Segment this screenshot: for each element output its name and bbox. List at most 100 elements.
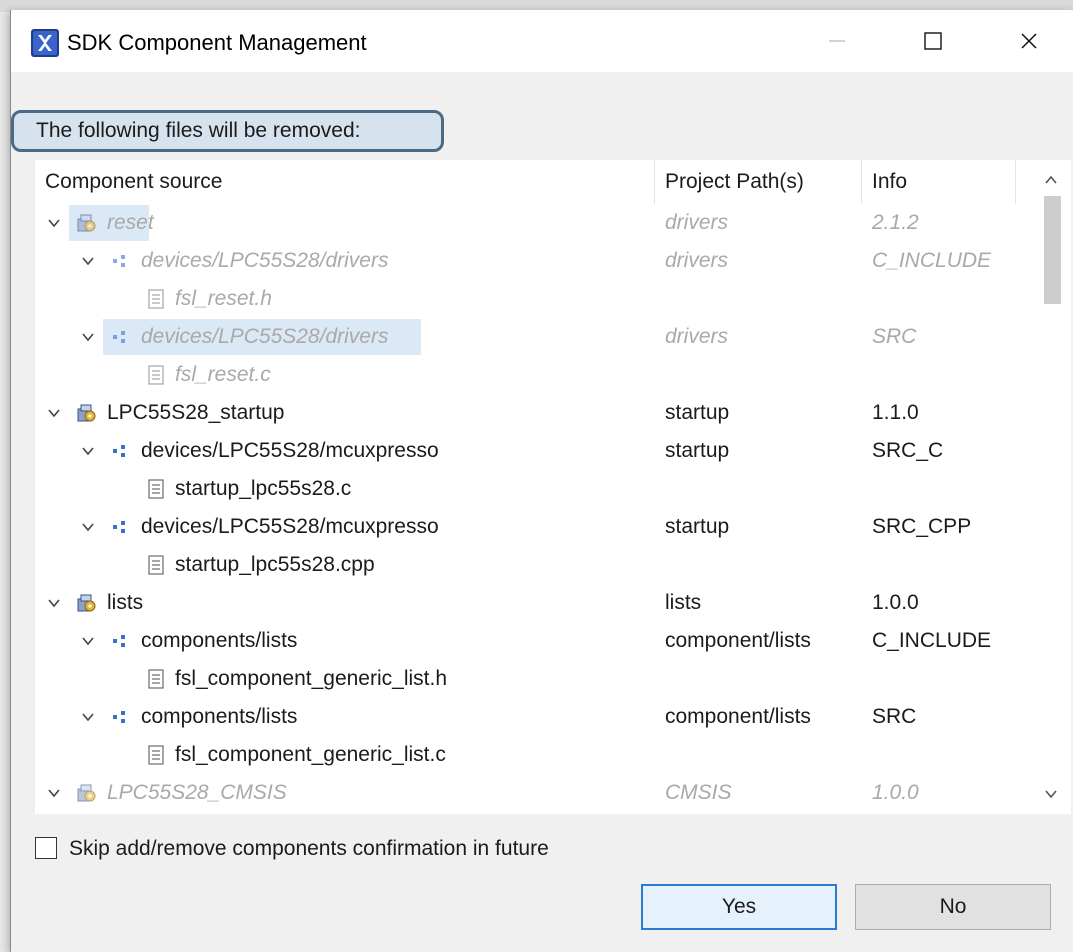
yes-button[interactable]: Yes <box>641 884 837 930</box>
component-source-cell: lists <box>107 591 144 614</box>
component-package-icon <box>77 784 96 802</box>
tree-row-file[interactable]: fsl_reset.c <box>35 356 1019 394</box>
chevron-down-icon[interactable] <box>81 634 95 648</box>
tree-row-component[interactable]: lists lists 1.0.0 <box>35 584 1019 622</box>
tree-header: Component source Project Path(s) Info <box>35 160 1019 204</box>
info-cell: 2.1.2 <box>872 211 919 234</box>
chevron-down-icon[interactable] <box>81 444 95 458</box>
chevron-down-icon[interactable] <box>47 216 61 230</box>
tree-row-folder[interactable]: devices/LPC55S28/drivers drivers SRC <box>35 318 1019 356</box>
chevron-down-icon[interactable] <box>47 596 61 610</box>
component-source-cell: devices/LPC55S28/mcuxpresso <box>141 515 439 538</box>
file-document-icon <box>148 555 164 575</box>
component-source-cell: components/lists <box>141 629 298 652</box>
component-source-cell: LPC55S28_startup <box>107 401 285 424</box>
info-cell: 1.0.0 <box>872 781 919 804</box>
column-header-component-source[interactable]: Component source <box>45 160 222 204</box>
info-cell: C_INCLUDE <box>872 629 992 652</box>
chevron-down-icon[interactable] <box>47 406 61 420</box>
file-document-icon <box>148 669 164 689</box>
project-path-cell: drivers <box>665 325 729 348</box>
component-source-cell: fsl_component_generic_list.c <box>175 743 446 766</box>
close-icon <box>1021 33 1037 49</box>
file-document-icon <box>148 365 164 385</box>
project-path-cell: startup <box>665 401 730 424</box>
project-path-cell: startup <box>665 439 730 462</box>
component-source-cell: startup_lpc55s28.cpp <box>175 553 375 576</box>
window-title: SDK Component Management <box>67 30 367 55</box>
info-cell: C_INCLUDE <box>872 249 992 272</box>
info-cell: SRC <box>872 325 917 348</box>
chevron-down-icon[interactable] <box>81 520 95 534</box>
tree-row-file[interactable]: fsl_component_generic_list.c <box>35 736 1019 774</box>
components-tree-table[interactable]: Component source Project Path(s) Info re… <box>35 160 1071 814</box>
info-cell: SRC <box>872 705 917 728</box>
skip-confirmation-label[interactable]: Skip add/remove components confirmation … <box>69 834 549 864</box>
project-path-cell: component/lists <box>665 629 811 652</box>
component-source-cell: fsl_reset.h <box>175 287 272 310</box>
component-source-cell: reset <box>107 211 154 234</box>
component-package-icon <box>77 594 96 612</box>
scroll-thumb[interactable] <box>1044 196 1061 304</box>
column-header-info[interactable]: Info <box>872 160 907 204</box>
file-document-icon <box>148 289 164 309</box>
component-source-cell: fsl_reset.c <box>175 363 271 386</box>
tree-row-file[interactable]: startup_lpc55s28.cpp <box>35 546 1019 584</box>
project-path-cell: startup <box>665 515 730 538</box>
folder-dots-icon <box>113 521 125 533</box>
component-source-cell: components/lists <box>141 705 298 728</box>
project-path-cell: lists <box>665 591 702 614</box>
minimize-icon <box>829 40 845 42</box>
info-cell: 1.0.0 <box>872 591 919 614</box>
component-source-cell: devices/LPC55S28/drivers <box>141 325 389 348</box>
close-button[interactable] <box>1000 18 1058 64</box>
sdk-component-management-dialog: SDK Component Management The following f… <box>10 10 1073 952</box>
skip-confirmation-checkbox[interactable] <box>35 837 57 859</box>
project-path-cell: CMSIS <box>665 781 732 804</box>
tree-row-component[interactable]: reset drivers 2.1.2 <box>35 204 1019 242</box>
chevron-down-icon[interactable] <box>81 710 95 724</box>
tree-row-file[interactable]: fsl_reset.h <box>35 280 1019 318</box>
tree-row-file[interactable]: startup_lpc55s28.c <box>35 470 1019 508</box>
column-separator[interactable] <box>1015 160 1016 204</box>
component-source-cell: fsl_component_generic_list.h <box>175 667 447 690</box>
info-cell: SRC_CPP <box>872 515 972 538</box>
component-source-cell: devices/LPC55S28/drivers <box>141 249 389 272</box>
tree-row-folder[interactable]: components/lists component/lists C_INCLUDE <box>35 622 1019 660</box>
tree-row-component[interactable]: LPC55S28_CMSIS CMSIS 1.0.0 <box>35 774 1019 812</box>
minimize-button[interactable] <box>808 18 866 64</box>
component-source-cell: devices/LPC55S28/mcuxpresso <box>141 439 439 462</box>
chevron-down-icon[interactable] <box>81 254 95 268</box>
folder-dots-icon <box>113 331 125 343</box>
file-document-icon <box>148 479 164 499</box>
no-button[interactable]: No <box>855 884 1051 930</box>
component-source-cell: LPC55S28_CMSIS <box>107 781 287 804</box>
column-separator[interactable] <box>861 160 862 204</box>
tree-row-folder[interactable]: devices/LPC55S28/drivers drivers C_INCLUDE <box>35 242 1019 280</box>
chevron-down-icon[interactable] <box>81 330 95 344</box>
project-path-cell: drivers <box>665 211 729 234</box>
column-separator[interactable] <box>654 160 655 204</box>
file-document-icon <box>148 745 164 765</box>
tree-row-file[interactable]: fsl_component_generic_list.h <box>35 660 1019 698</box>
scroll-down-button[interactable] <box>1031 774 1071 814</box>
info-cell: SRC_C <box>872 439 944 462</box>
app-x-icon <box>31 29 59 57</box>
tree-row-component[interactable]: LPC55S28_startup startup 1.1.0 <box>35 394 1019 432</box>
folder-dots-icon <box>113 711 125 723</box>
tree-row-folder[interactable]: components/lists component/lists SRC <box>35 698 1019 736</box>
chevron-down-icon <box>1045 790 1057 799</box>
folder-dots-icon <box>113 635 125 647</box>
component-package-icon <box>77 404 96 422</box>
tree-row-folder[interactable]: devices/LPC55S28/mcuxpresso startup SRC_CP… <box>35 508 1019 546</box>
maximize-icon <box>924 32 942 50</box>
vertical-scrollbar[interactable] <box>1031 160 1071 814</box>
component-source-cell: startup_lpc55s28.c <box>175 477 352 500</box>
scroll-up-button[interactable] <box>1031 160 1071 200</box>
chevron-down-icon[interactable] <box>47 786 61 800</box>
project-path-cell: component/lists <box>665 705 811 728</box>
folder-dots-icon <box>113 445 125 457</box>
column-header-project-paths[interactable]: Project Path(s) <box>665 160 804 204</box>
tree-row-folder[interactable]: devices/LPC55S28/mcuxpresso startup SRC_C <box>35 432 1019 470</box>
maximize-button[interactable] <box>904 18 962 64</box>
